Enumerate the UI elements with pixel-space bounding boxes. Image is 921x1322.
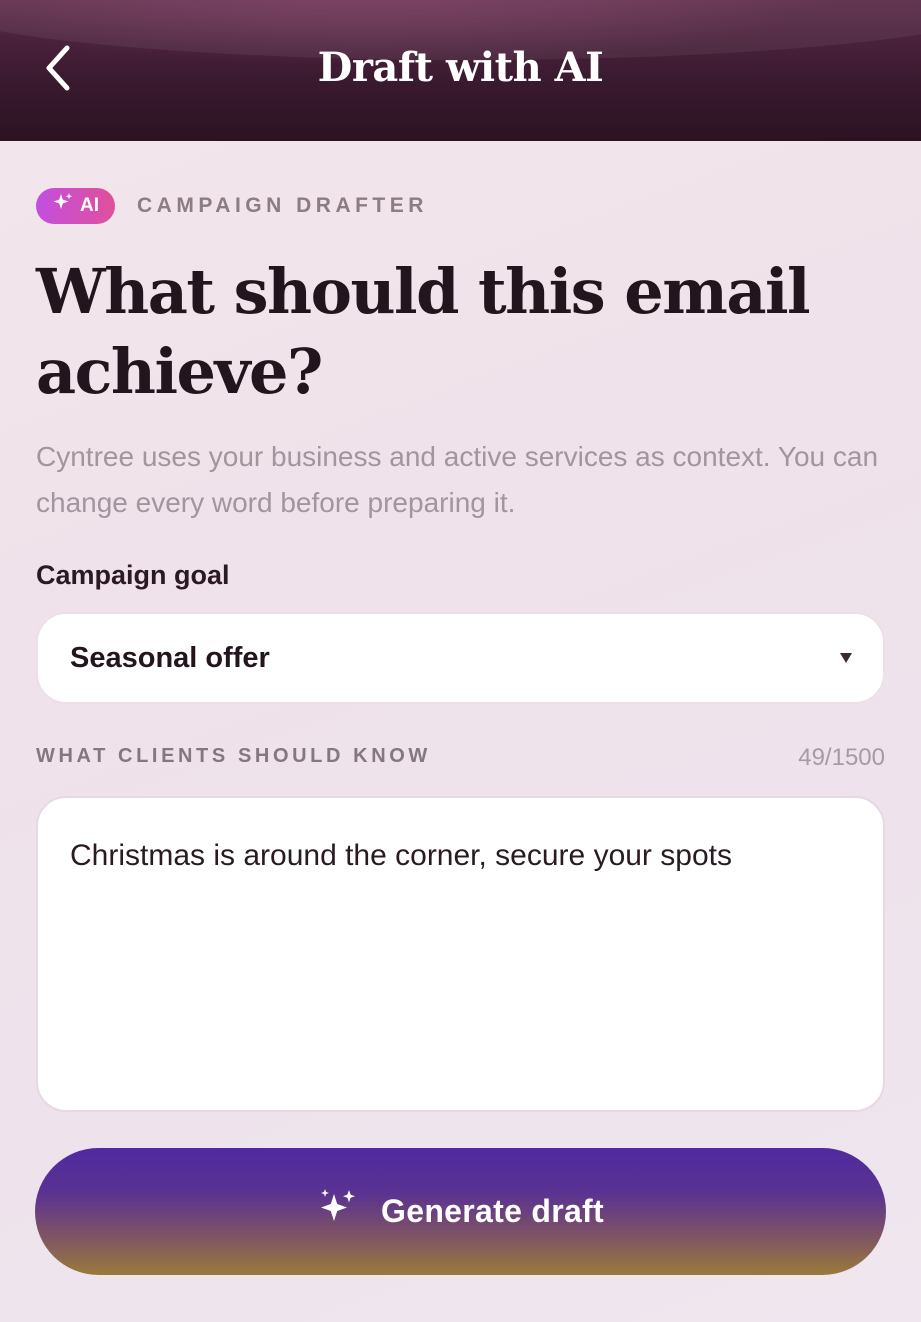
campaign-goal-value: Seasonal offer bbox=[70, 641, 270, 674]
eyebrow-label: CAMPAIGN DRAFTER bbox=[137, 194, 428, 217]
generate-draft-button[interactable]: Generate draft bbox=[35, 1148, 886, 1275]
message-textarea[interactable]: Christmas is around the corner, secure y… bbox=[36, 796, 885, 1112]
sparkles-icon bbox=[52, 192, 74, 220]
ai-badge: AI bbox=[36, 188, 115, 224]
ai-badge-label: AI bbox=[80, 195, 99, 216]
headline: What should this email achieve? bbox=[36, 255, 811, 408]
message-label: WHAT CLIENTS SHOULD KNOW bbox=[36, 745, 431, 767]
badge-row: AI CAMPAIGN DRAFTER bbox=[36, 188, 428, 224]
campaign-goal-select[interactable]: Seasonal offer bbox=[36, 612, 885, 704]
caret-down-icon bbox=[839, 648, 853, 669]
sparkles-icon bbox=[317, 1188, 359, 1235]
page-title: Draft with AI bbox=[317, 44, 604, 91]
app-header: Draft with AI bbox=[0, 0, 921, 141]
character-counter: 49/1500 bbox=[798, 744, 885, 771]
generate-draft-label: Generate draft bbox=[381, 1193, 604, 1229]
description-text: Cyntree uses your business and active se… bbox=[36, 441, 879, 518]
campaign-goal-label: Campaign goal bbox=[36, 560, 230, 590]
